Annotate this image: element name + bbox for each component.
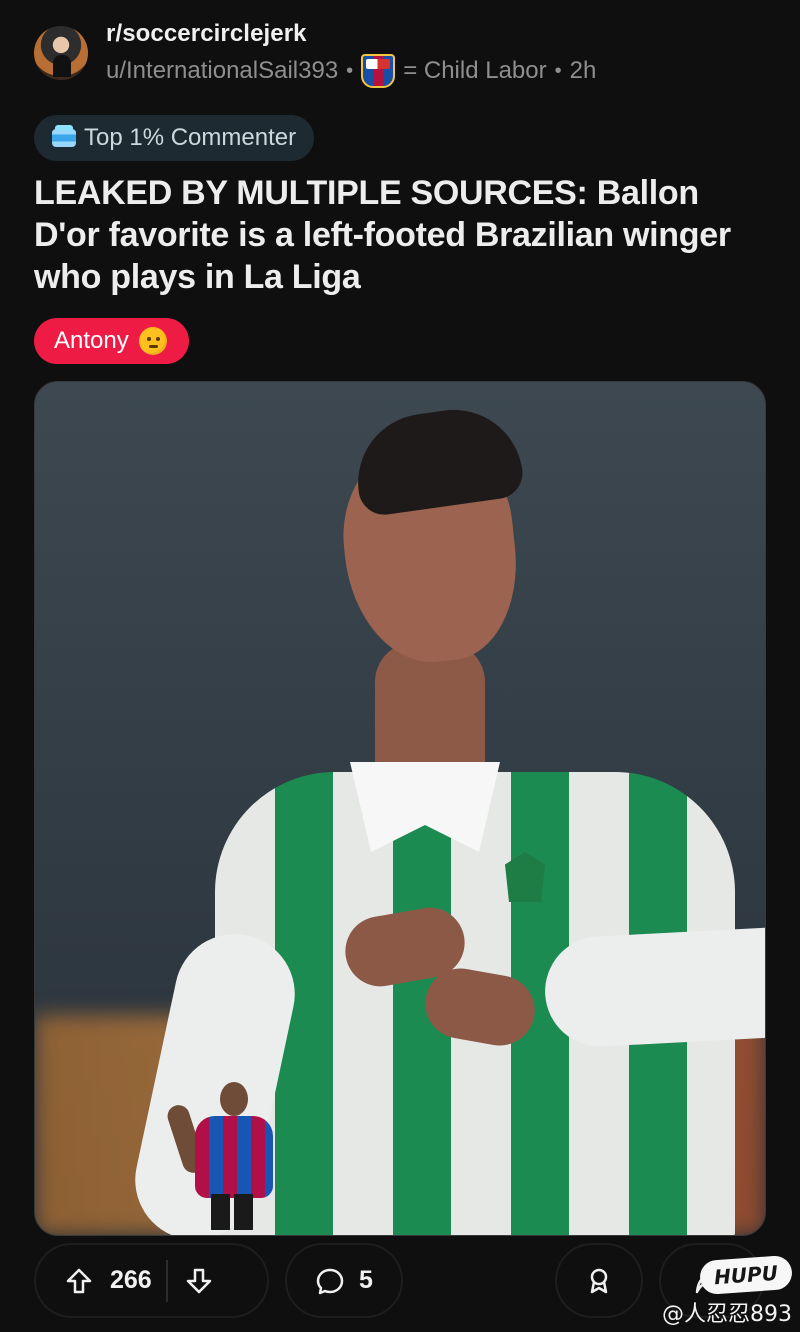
upvote-count: 266: [110, 1266, 152, 1294]
post-actions: 266 5: [34, 1243, 764, 1318]
post-header: r/soccercirclejerk u/InternationalSail39…: [34, 18, 780, 94]
post-flair-label: Antony: [54, 327, 129, 354]
small-player-jersey: [195, 1116, 273, 1198]
top-commenter-label: Top 1% Commenter: [84, 124, 297, 151]
award-button[interactable]: [555, 1243, 643, 1318]
separator-dot-time: •: [554, 59, 562, 82]
post-flair[interactable]: Antony: [34, 318, 189, 364]
avatar-icon[interactable]: [34, 26, 88, 80]
post-time: 2h: [569, 57, 597, 84]
user-flair-text: = Child Labor: [403, 57, 547, 84]
comment-count: 5: [359, 1266, 373, 1294]
upvote-icon[interactable]: [62, 1264, 96, 1298]
top-commenter-icon: [52, 125, 76, 147]
top-commenter-badge: Top 1% Commenter: [34, 115, 315, 161]
post-meta: u/InternationalSail393 • = Child Labor •…: [106, 54, 596, 88]
username-link[interactable]: u/InternationalSail393: [106, 57, 338, 85]
comment-icon: [313, 1264, 347, 1298]
vote-control[interactable]: 266: [34, 1243, 269, 1318]
post-image[interactable]: [34, 381, 766, 1236]
watermark-text: @人忍忍893: [662, 1302, 792, 1327]
post-title[interactable]: LEAKED BY MULTIPLE SOURCES: Ballon D'or …: [34, 172, 764, 298]
comments-button[interactable]: 5: [285, 1243, 403, 1318]
subreddit-link[interactable]: r/soccercirclejerk: [106, 20, 307, 48]
player-right-arm: [542, 924, 765, 1050]
small-player-legs: [211, 1194, 253, 1230]
small-player-head: [220, 1082, 248, 1116]
small-player-cutout: [164, 1082, 285, 1232]
downvote-icon[interactable]: [182, 1264, 216, 1298]
barcelona-crest-icon: [361, 54, 396, 88]
separator-dot: •: [346, 59, 354, 82]
thinking-face-emoji: [138, 327, 167, 355]
award-icon: [582, 1264, 616, 1298]
vote-divider: [165, 1259, 168, 1302]
hupu-watermark-logo: HUPU: [698, 1254, 794, 1296]
